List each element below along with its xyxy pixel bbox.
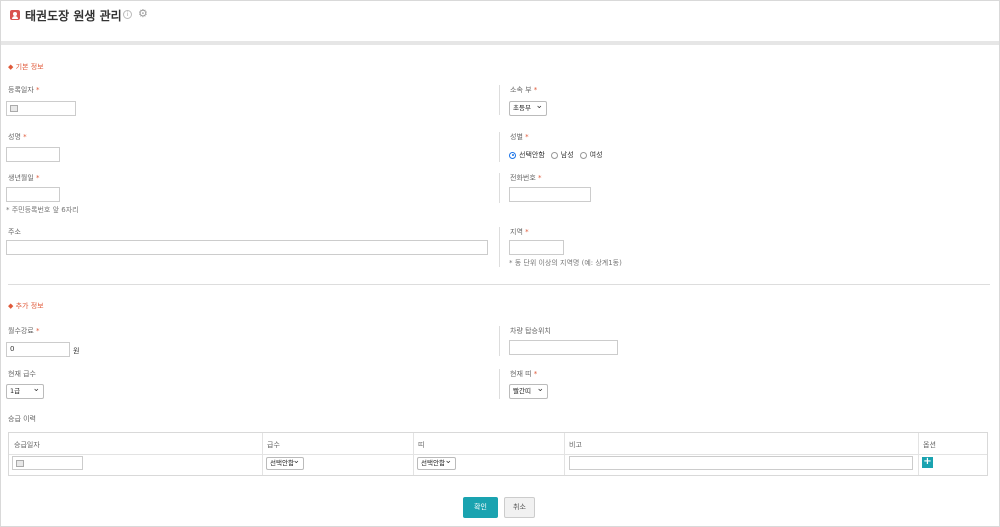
pickup-label: 차량 탑승위치 bbox=[510, 327, 551, 335]
row-divider bbox=[9, 454, 987, 455]
region-label: 지역 * bbox=[510, 228, 529, 236]
column-divider bbox=[499, 132, 500, 162]
dept-select[interactable]: 초등부 bbox=[509, 100, 547, 116]
belt-select[interactable]: 빨간띠 bbox=[509, 383, 548, 399]
region-input[interactable] bbox=[509, 240, 564, 255]
reg-date-label: 등록일자 * bbox=[8, 86, 40, 94]
name-input[interactable] bbox=[6, 147, 60, 162]
confirm-button[interactable]: 확인 bbox=[463, 497, 498, 518]
dept-label: 소속 부 * bbox=[510, 86, 538, 94]
phone-input[interactable] bbox=[509, 187, 591, 202]
fee-label: 월수강료 * bbox=[8, 327, 40, 335]
header-divider bbox=[1, 41, 999, 45]
column-divider bbox=[499, 85, 500, 115]
column-header-option: 옵션 bbox=[923, 441, 936, 449]
region-hint: * 동 단위 이상의 지역명 (예: 상계1동) bbox=[509, 259, 622, 267]
column-divider bbox=[499, 227, 500, 267]
add-row-button[interactable]: + bbox=[922, 457, 933, 468]
section-title-extra: ◆ 추가 정보 bbox=[8, 302, 44, 310]
calendar-icon[interactable] bbox=[10, 105, 18, 112]
column-divider bbox=[499, 369, 500, 399]
cancel-button[interactable]: 취소 bbox=[504, 497, 535, 518]
column-divider bbox=[499, 173, 500, 203]
page-title: 태권도장 원생 관리 bbox=[25, 9, 122, 23]
promotion-note-input[interactable] bbox=[569, 456, 913, 470]
column-divider bbox=[499, 326, 500, 356]
pickup-input[interactable] bbox=[509, 340, 618, 355]
column-header-belt: 띠 bbox=[418, 441, 425, 449]
column-header-note: 비고 bbox=[569, 441, 582, 449]
gender-option-label: 여성 bbox=[589, 151, 603, 159]
promotion-belt-select[interactable]: 선택안함 bbox=[417, 456, 456, 470]
gender-radio-male[interactable] bbox=[550, 151, 558, 159]
gender-label: 성별 * bbox=[510, 133, 529, 141]
birth-hint: * 주민등록번호 앞 6자리 bbox=[6, 206, 79, 214]
gender-option-label: 남성 bbox=[560, 151, 574, 159]
student-icon bbox=[10, 10, 20, 20]
grade-select[interactable]: 1급 bbox=[6, 383, 44, 399]
gender-radio-none[interactable] bbox=[509, 151, 516, 159]
grade-label: 현재 급수 bbox=[8, 370, 36, 378]
birth-label: 생년월일 * bbox=[8, 174, 40, 182]
gender-radio-female[interactable] bbox=[579, 151, 587, 159]
promotion-date-input[interactable] bbox=[12, 456, 83, 470]
address-label: 주소 bbox=[8, 228, 21, 236]
promotion-grade-select[interactable]: 선택안함 bbox=[266, 456, 304, 470]
section-title-basic: ◆ 기본 정보 bbox=[8, 63, 44, 71]
address-input[interactable] bbox=[6, 240, 488, 255]
gear-icon[interactable]: ⚙ bbox=[138, 8, 148, 19]
phone-label: 전화번호 * bbox=[510, 174, 542, 182]
reg-date-input[interactable] bbox=[6, 101, 76, 116]
gender-option-label: 선택안함 bbox=[519, 151, 545, 159]
fee-unit: 원 bbox=[73, 347, 80, 355]
name-label: 성명 * bbox=[8, 133, 27, 141]
column-header-grade: 급수 bbox=[267, 441, 280, 449]
belt-label: 현재 띠 * bbox=[510, 370, 538, 378]
info-icon[interactable]: i bbox=[123, 10, 132, 19]
fee-input[interactable]: 0 bbox=[6, 342, 70, 357]
page-header: 태권도장 원생 관리 i ⚙ bbox=[1, 1, 999, 41]
section-divider bbox=[8, 284, 990, 285]
calendar-icon[interactable] bbox=[16, 460, 24, 467]
promotion-title: 승급 이력 bbox=[8, 415, 36, 423]
column-header-date: 승급일자 bbox=[14, 441, 40, 449]
birth-input[interactable] bbox=[6, 187, 60, 202]
gender-radio-group: 선택안함 남성 여성 bbox=[509, 150, 609, 160]
